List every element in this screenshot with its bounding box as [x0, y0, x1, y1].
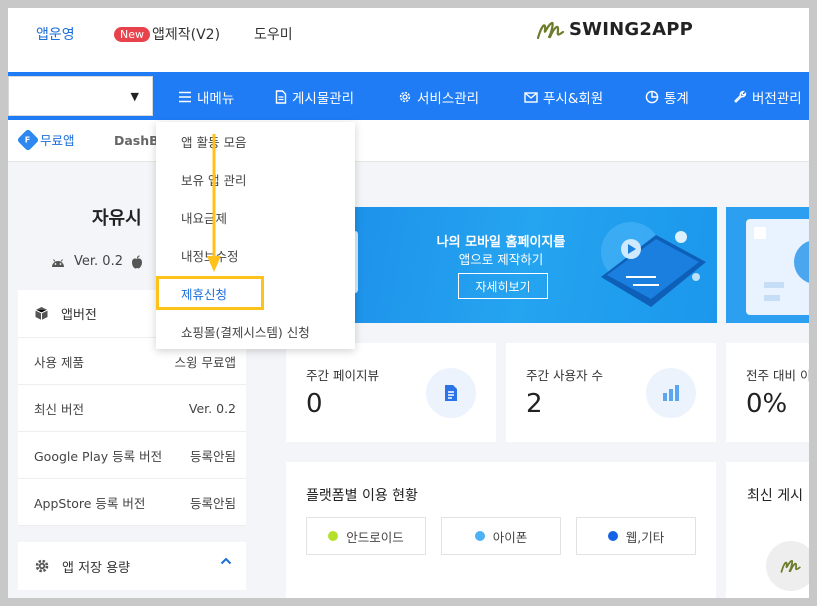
menu-item-shop-apply[interactable]: 쇼핑몰(결제시스템) 신청: [181, 322, 310, 341]
platform-chip-android[interactable]: 안드로이드: [306, 517, 426, 555]
nav-push-members-label: 푸시&회원: [543, 91, 604, 107]
chip-label: 웹,기타: [625, 529, 665, 545]
weekly-change-card: 전주 대비 이 0%: [726, 343, 809, 442]
banner-title: 나의 모바일 홈페이지를: [436, 235, 566, 250]
app-storage-card[interactable]: 앱 저장 용량: [18, 542, 246, 590]
stat-label: 주간 사용자 수: [526, 368, 603, 383]
platform-chip-iphone[interactable]: 아이폰: [441, 517, 561, 555]
chevron-up-icon[interactable]: [220, 556, 232, 566]
info-row: 최신 버전 Ver. 0.2: [18, 385, 246, 432]
logo-text: SWING2APP: [569, 19, 693, 40]
chip-label: 안드로이드: [346, 529, 404, 545]
nav-push-members[interactable]: 푸시&회원: [524, 87, 603, 107]
bar-chart-icon: [646, 368, 696, 418]
highlight-box: [156, 276, 264, 310]
plan-badge[interactable]: F 무료앱: [16, 128, 75, 151]
free-plan-icon: F: [16, 128, 40, 151]
app-make-label: 앱제작(V2): [152, 27, 221, 43]
top-bar: 앱운영 New 앱제작(V2) 도우미 SWING2APP: [8, 8, 809, 72]
sub-bar: F 무료앱 DashBo: [8, 120, 809, 162]
info-row-label: 최신 버전: [34, 401, 84, 417]
plan-label: 무료앱: [40, 133, 75, 148]
logo-icon: [780, 559, 801, 573]
weekly-pageview-card: 주간 페이지뷰 0: [286, 343, 496, 442]
banner-subtitle: 앱으로 제작하기: [458, 252, 544, 267]
info-row-label: 사용 제품: [34, 354, 84, 370]
app-make-link[interactable]: New 앱제작(V2): [114, 24, 220, 44]
mail-icon: [524, 91, 538, 103]
recent-posts-card: 최신 게시: [726, 462, 809, 598]
gear-icon: [35, 559, 49, 573]
app-window: 앱운영 New 앱제작(V2) 도우미 SWING2APP ▼ 내메뉴 게시물관리…: [8, 8, 809, 598]
nav-post-management-label: 게시물관리: [292, 91, 355, 107]
info-row-value: 스윙 무료앱: [174, 354, 236, 370]
recent-posts-title: 최신 게시: [747, 488, 803, 504]
platform-usage-title: 플랫폼별 이용 현황: [306, 488, 418, 504]
nav-statistics[interactable]: 통계: [645, 87, 689, 107]
stat-label: 주간 페이지뷰: [306, 368, 379, 383]
secondary-banner-illustration: [746, 219, 809, 315]
document-icon: [275, 90, 287, 104]
new-badge: New: [114, 27, 150, 42]
info-row: Google Play 등록 버전 등록안됨: [18, 432, 246, 479]
iphone-dot: [474, 531, 485, 541]
page-icon: [426, 368, 476, 418]
app-version-title: 앱버전: [61, 308, 97, 323]
chip-label: 아이폰: [492, 529, 528, 545]
stat-value: 0%: [746, 389, 788, 419]
recent-posts-avatar: [766, 541, 809, 591]
android-icon: [52, 258, 64, 267]
info-row-value: 등록안됨: [189, 448, 236, 464]
nav-my-menu[interactable]: 내메뉴: [178, 87, 234, 107]
app-storage-title: 앱 저장 용량: [62, 560, 131, 576]
pie-chart-icon: [645, 90, 659, 104]
info-row-label: Google Play 등록 버전: [34, 448, 163, 464]
wrench-icon: [734, 90, 747, 103]
app-title: 자유시: [92, 208, 142, 229]
gear-icon: [399, 91, 411, 103]
platform-chip-web[interactable]: 웹,기타: [576, 517, 696, 555]
nav-service-management-label: 서비스관리: [417, 91, 480, 107]
main-nav: ▼ 내메뉴 게시물관리 서비스관리 푸시&회원 통계 버전관리: [8, 72, 809, 120]
logo-icon: [536, 21, 565, 39]
info-row-value: 등록안됨: [189, 495, 236, 511]
version-row: Ver. 0.2: [50, 254, 143, 269]
version-text: Ver. 0.2: [74, 254, 123, 269]
app-operation-link[interactable]: 앱운영: [36, 24, 75, 44]
cube-icon: [35, 307, 48, 320]
nav-version-management[interactable]: 버전관리: [733, 87, 802, 107]
banner-detail-button[interactable]: 자세히보기: [458, 273, 548, 299]
info-row-label: AppStore 등록 버전: [34, 495, 146, 511]
stat-value: 0: [306, 389, 323, 419]
chevron-down-icon: ▼: [130, 90, 139, 103]
android-dot: [328, 531, 339, 541]
hamburger-icon: [179, 91, 191, 103]
stat-value: 2: [526, 389, 543, 419]
apple-icon: [131, 254, 142, 268]
info-row: AppStore 등록 버전 등록안됨: [18, 479, 246, 526]
weekly-users-card: 주간 사용자 수 2: [506, 343, 716, 442]
my-menu-dropdown: 앱 활동 모음 보유 앱 관리 내요금제 내정보수정 제휴신청 쇼핑몰(결제시스…: [156, 122, 355, 349]
help-link[interactable]: 도우미: [254, 24, 293, 44]
nav-version-management-label: 버전관리: [752, 91, 802, 107]
nav-service-management[interactable]: 서비스관리: [398, 87, 479, 107]
web-dot: [607, 531, 618, 541]
nav-my-menu-label: 내메뉴: [197, 91, 235, 107]
platform-usage-card: 플랫폼별 이용 현황 안드로이드 아이폰 웹,기타: [286, 462, 716, 598]
nav-post-management[interactable]: 게시물관리: [275, 87, 354, 107]
swing2app-logo[interactable]: SWING2APP: [536, 19, 693, 40]
phone-illustration: [601, 222, 706, 307]
nav-statistics-label: 통계: [664, 91, 689, 107]
app-select-dropdown[interactable]: ▼: [8, 76, 153, 116]
secondary-banner[interactable]: [726, 207, 809, 323]
stat-label: 전주 대비 이: [746, 368, 809, 383]
guide-arrow: [207, 134, 221, 272]
info-row-value: Ver. 0.2: [188, 400, 236, 416]
